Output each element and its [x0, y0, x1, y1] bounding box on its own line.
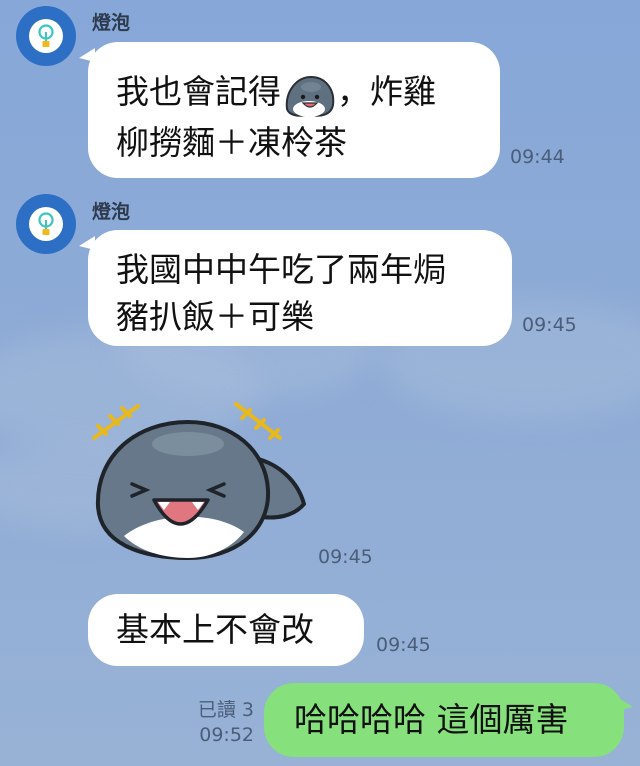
- message-text: 豬扒飯＋可樂: [116, 297, 314, 336]
- message-bubble[interactable]: 基本上不會改: [88, 594, 364, 666]
- message-text: 基本上不會改: [116, 610, 314, 649]
- message-time: 09:45: [376, 634, 431, 656]
- read-receipt: 已讀 3: [197, 699, 254, 721]
- message-time: 09:45: [318, 546, 373, 568]
- message-time: 09:44: [510, 146, 565, 168]
- message-time: 09:52: [199, 724, 254, 746]
- message-bubble[interactable]: 我國中中午吃了兩年焗 豬扒飯＋可樂: [79, 230, 512, 346]
- message-text: 柳撈麵＋凍柃茶: [116, 122, 347, 162]
- sender-name: 燈泡: [92, 12, 131, 34]
- message-text: 我國中中午吃了兩年焗: [116, 250, 446, 289]
- read-status: 已讀 3 09:52: [180, 698, 254, 748]
- lightbulb-icon: [29, 207, 63, 241]
- message-time: 09:45: [522, 314, 577, 336]
- laughing-dolphin-sticker[interactable]: [84, 386, 316, 574]
- message-bubble[interactable]: 我也會記得 ，炸雞 柳撈麵＋凍柃茶: [79, 42, 500, 178]
- outgoing-message-bubble[interactable]: 哈哈哈哈 這個厲害: [264, 683, 633, 757]
- lightbulb-icon: [29, 19, 63, 53]
- sender-avatar[interactable]: [16, 194, 76, 254]
- sender-name: 燈泡: [92, 201, 131, 223]
- message-text: 我也會記得: [116, 72, 281, 111]
- dolphin-emoji-icon: [281, 69, 337, 119]
- message-text: ，炸雞: [337, 72, 436, 111]
- sender-avatar[interactable]: [16, 6, 76, 66]
- message-text: 哈哈哈哈 這個厲害: [294, 700, 569, 739]
